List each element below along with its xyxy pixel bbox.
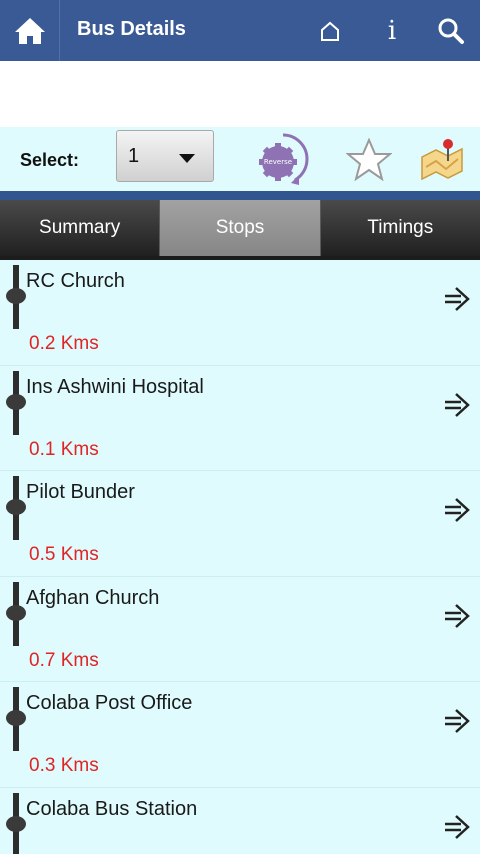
- stop-marker-icon: [6, 581, 26, 646]
- arrow-right-icon: [445, 603, 470, 628]
- stop-name: Colaba Bus Station: [26, 797, 198, 820]
- select-label: Select:: [20, 150, 80, 170]
- select-row: Select: 1 Reverse: [0, 127, 480, 191]
- stop-details-button[interactable]: [440, 704, 476, 738]
- arrow-right-icon: [445, 709, 470, 733]
- stop-distance: 0.1 Kms: [29, 438, 99, 460]
- stop-name: Colaba Post Office: [26, 692, 193, 714]
- stop-details-button[interactable]: [440, 493, 476, 527]
- arrow-right-icon: [445, 287, 470, 311]
- list-item[interactable]: RC Church 0.2 Kms: [0, 260, 480, 366]
- map-button[interactable]: [416, 127, 468, 191]
- search-button[interactable]: [421, 0, 480, 61]
- chevron-down-icon: [179, 154, 195, 163]
- search-icon: [438, 18, 464, 44]
- stop-marker-icon: [6, 476, 26, 540]
- info-icon: i: [387, 15, 397, 46]
- stop-name: RC Church: [26, 270, 125, 292]
- star-icon: [346, 137, 392, 181]
- house-outline-icon: [321, 21, 339, 41]
- info-button[interactable]: i: [362, 0, 422, 61]
- stop-marker-icon: [6, 265, 26, 329]
- list-item[interactable]: Ins Ashwini Hospital 0.1 Kms: [0, 366, 480, 471]
- tab-summary[interactable]: Summary: [0, 200, 161, 256]
- home-icon: [14, 17, 45, 44]
- stop-distance: 0.3 Kms: [29, 755, 99, 776]
- list-item[interactable]: Colaba Post Office 0.3 Kms: [0, 682, 480, 788]
- stops-list[interactable]: RC Church 0.2 Kms Ins Ashwini Hospital 0…: [0, 260, 480, 854]
- tab-timings[interactable]: Timings: [321, 200, 480, 256]
- stop-details-button[interactable]: [440, 599, 476, 633]
- list-item[interactable]: Afghan Church 0.7 Kms: [0, 577, 480, 682]
- stop-name: Pilot Bunder: [26, 481, 135, 503]
- reverse-icon: Reverse: [259, 133, 309, 185]
- stop-marker-icon: [6, 792, 26, 854]
- reverse-button[interactable]: Reverse: [252, 127, 314, 191]
- stop-marker-icon: [6, 370, 26, 435]
- dropdown-value: 1: [128, 145, 140, 167]
- stop-distance: 0.7 Kms: [29, 649, 99, 671]
- stop-marker-icon: [6, 687, 26, 751]
- favorite-button[interactable]: [342, 127, 396, 191]
- spacer-area: [0, 61, 480, 127]
- stop-distance: 0.2 Kms: [29, 333, 99, 354]
- arrow-right-icon: [445, 814, 470, 839]
- stop-details-button[interactable]: [440, 388, 476, 422]
- tab-stops[interactable]: Stops: [160, 200, 321, 256]
- home-button[interactable]: [0, 0, 60, 61]
- stop-details-button[interactable]: [440, 810, 476, 844]
- home-outline-button[interactable]: [300, 0, 360, 61]
- arrow-right-icon: [445, 392, 470, 417]
- app-header: Bus Details i: [0, 0, 480, 61]
- stop-name: Ins Ashwini Hospital: [26, 375, 204, 398]
- tab-bar: Summary Stops Timings: [0, 200, 480, 256]
- page-title: Bus Details: [77, 18, 186, 40]
- stop-distance: 0.5 Kms: [29, 544, 99, 565]
- arrow-right-icon: [445, 498, 470, 522]
- stop-name: Afghan Church: [26, 586, 160, 609]
- map-pin-icon: [421, 139, 463, 181]
- divider-band: [0, 191, 480, 200]
- stop-details-button[interactable]: [440, 282, 476, 316]
- route-select-dropdown[interactable]: 1: [116, 130, 214, 182]
- list-item[interactable]: Colaba Bus Station: [0, 788, 480, 854]
- reverse-label: Reverse: [264, 158, 292, 166]
- list-item[interactable]: Pilot Bunder 0.5 Kms: [0, 471, 480, 577]
